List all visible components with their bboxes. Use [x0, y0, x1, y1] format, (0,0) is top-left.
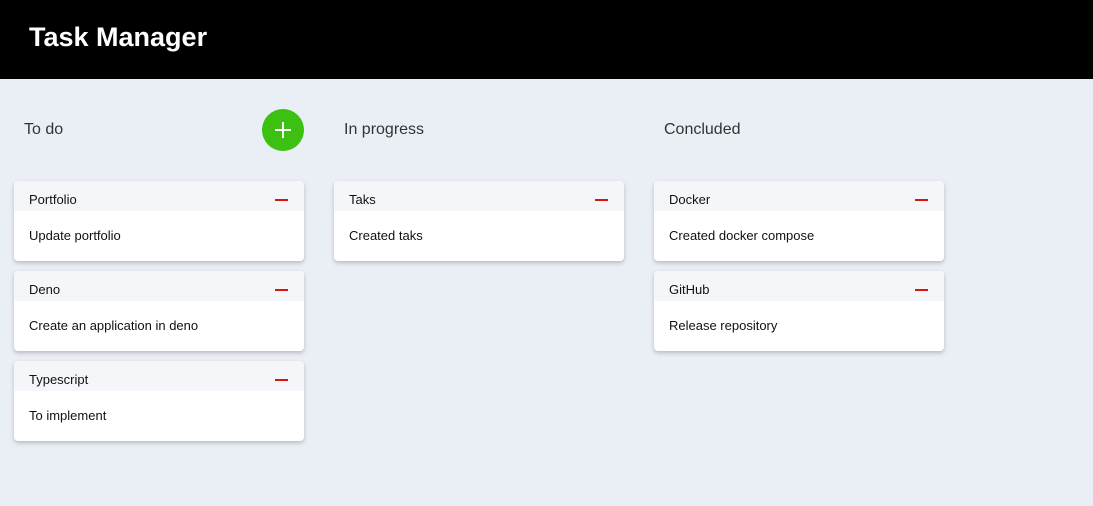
app-title: Task Manager	[29, 22, 208, 52]
add-task-button[interactable]	[262, 109, 304, 151]
task-card[interactable]: GitHub Release repository	[654, 271, 944, 351]
minus-icon	[595, 199, 608, 201]
task-title: Portfolio	[29, 192, 77, 207]
task-description: Create an application in deno	[29, 318, 199, 333]
column-todo: To do Portfolio Update portfolio Deno Cr…	[14, 79, 304, 451]
remove-task-button[interactable]	[271, 373, 293, 387]
task-title: Docker	[669, 192, 711, 207]
column-title: To do	[24, 121, 64, 138]
column-header: Concluded	[654, 79, 944, 181]
task-card[interactable]: Deno Create an application in deno	[14, 271, 304, 351]
minus-icon	[275, 379, 288, 381]
task-description: Release repository	[669, 318, 778, 333]
remove-task-button[interactable]	[591, 193, 613, 207]
remove-task-button[interactable]	[271, 283, 293, 297]
kanban-board: To do Portfolio Update portfolio Deno Cr…	[0, 79, 1093, 506]
minus-icon	[275, 199, 288, 201]
task-card[interactable]: Taks Created taks	[334, 181, 624, 261]
remove-task-button[interactable]	[911, 283, 933, 297]
column-title: In progress	[344, 121, 425, 138]
app-header: Task Manager	[0, 0, 1093, 79]
task-description: Created taks	[349, 228, 423, 243]
task-title: Taks	[349, 192, 376, 207]
column-header: To do	[14, 79, 304, 181]
column-header: In progress	[334, 79, 624, 181]
task-title: GitHub	[669, 282, 710, 297]
task-card-header: Taks	[334, 181, 624, 211]
remove-task-button[interactable]	[911, 193, 933, 207]
task-card-header: GitHub	[654, 271, 944, 301]
task-card[interactable]: Typescript To implement	[14, 361, 304, 441]
task-description: Update portfolio	[29, 228, 121, 243]
plus-icon	[275, 122, 291, 138]
task-card[interactable]: Portfolio Update portfolio	[14, 181, 304, 261]
remove-task-button[interactable]	[271, 193, 293, 207]
column-concluded: Concluded Docker Created docker compose …	[654, 79, 944, 361]
task-card-header: Portfolio	[14, 181, 304, 211]
minus-icon	[275, 289, 288, 291]
task-description: Created docker compose	[669, 228, 815, 243]
minus-icon	[915, 289, 928, 291]
column-title: Concluded	[664, 121, 741, 138]
task-title: Deno	[29, 282, 61, 297]
task-card-header: Typescript	[14, 361, 304, 391]
task-card[interactable]: Docker Created docker compose	[654, 181, 944, 261]
task-title: Typescript	[29, 372, 89, 387]
task-card-header: Docker	[654, 181, 944, 211]
column-in-progress: In progress Taks Created taks	[334, 79, 624, 271]
minus-icon	[915, 199, 928, 201]
task-description: To implement	[29, 408, 107, 423]
task-card-header: Deno	[14, 271, 304, 301]
